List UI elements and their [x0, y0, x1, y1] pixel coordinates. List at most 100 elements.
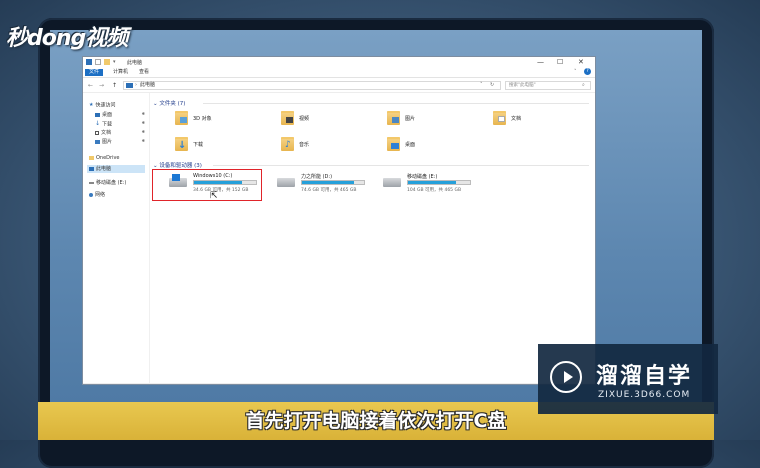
- forward-button[interactable]: →: [99, 82, 104, 89]
- drive-icon: [383, 178, 401, 187]
- path-separator: ›: [135, 82, 137, 88]
- navigation-pane: ★ 快速访问 桌面 ✱ ↓ 下载 ✱ 文档 ✱ 图片 ✱ OneDrive 此电脑 …: [83, 93, 150, 383]
- address-path-text: 此电脑: [140, 82, 156, 88]
- logo-url: ZIXUE.3D66.COM: [598, 390, 691, 400]
- play-icon: [564, 371, 573, 383]
- explorer-app-icon: [86, 59, 92, 65]
- folder-pictures[interactable]: 图片: [387, 111, 467, 129]
- new-folder-icon[interactable]: [104, 59, 110, 65]
- sidebar-item-label: 下载: [102, 121, 113, 128]
- zixue-logo: 溜溜自学 ZIXUE.3D66.COM: [538, 344, 718, 414]
- pin-icon: ✱: [141, 138, 145, 143]
- sidebar-item-desktop[interactable]: 桌面: [95, 111, 112, 119]
- folder-label: 音乐: [299, 142, 310, 148]
- sidebar-item-this-pc[interactable]: 此电脑: [87, 165, 145, 173]
- title-bar: ▾ 此电脑 — ☐ ✕: [83, 57, 595, 68]
- folder-label: 下载: [193, 142, 204, 148]
- close-button[interactable]: ✕: [578, 58, 584, 66]
- ribbon-expand-icon[interactable]: ˅: [574, 69, 577, 75]
- folder-downloads[interactable]: ↓ 下载: [175, 137, 255, 155]
- drive-space-info: 104 GB 可用，共 465 GB: [407, 188, 462, 193]
- 3d-objects-icon: [180, 117, 187, 123]
- help-icon[interactable]: ?: [584, 68, 591, 75]
- sidebar-item-label: 快速访问: [95, 102, 116, 109]
- maximize-button[interactable]: ☐: [557, 58, 563, 66]
- sidebar-item-label: 此电脑: [96, 166, 112, 172]
- search-input[interactable]: 搜索"此电脑" ⌕: [505, 81, 591, 90]
- sidebar-item-onedrive[interactable]: OneDrive: [89, 154, 120, 162]
- drive-space-info: 34.6 GB 可用，共 152 GB: [193, 188, 249, 193]
- drive-icon: [89, 181, 94, 184]
- tab-computer[interactable]: 计算机: [109, 69, 132, 76]
- sidebar-item-network[interactable]: 网络: [89, 191, 105, 199]
- mouse-cursor-icon: ⇱: [210, 191, 218, 201]
- video-icon: [286, 117, 293, 123]
- tab-file[interactable]: 文件: [85, 69, 104, 76]
- address-input[interactable]: › 此电脑 ˅ ↻: [123, 81, 501, 90]
- properties-icon[interactable]: [95, 59, 101, 65]
- sidebar-item-documents[interactable]: 文档: [95, 129, 111, 137]
- computer-icon: [126, 83, 133, 88]
- folder-label: 文档: [511, 116, 522, 122]
- folders-group-title: 文件夹 (7): [159, 101, 186, 107]
- tab-view[interactable]: 查看: [135, 69, 153, 76]
- folder-label: 桌面: [405, 142, 416, 148]
- sidebar-item-label: 网络: [95, 192, 106, 198]
- document-icon: [498, 116, 505, 122]
- back-button[interactable]: ←: [88, 82, 93, 89]
- drive-e[interactable]: 移动磁盘 (E:) 104 GB 可用，共 465 GB: [383, 173, 475, 195]
- window-title: 此电脑: [127, 60, 143, 66]
- folder-music[interactable]: ♪ 音乐: [281, 137, 361, 155]
- sidebar-item-pictures[interactable]: 图片: [95, 138, 112, 146]
- folders-group-header[interactable]: ⌄ 文件夹 (7): [153, 99, 185, 107]
- pin-icon: ✱: [141, 120, 145, 125]
- windows-logo-icon: [172, 174, 180, 181]
- folder-label: 3D 对象: [193, 116, 212, 122]
- picture-icon: [95, 139, 100, 144]
- folder-documents[interactable]: 文档: [493, 111, 573, 129]
- document-icon: [95, 130, 99, 135]
- logo-title: 溜溜自学: [596, 364, 693, 389]
- folder-label: 图片: [405, 116, 416, 122]
- drive-name: 移动磁盘 (E:): [407, 174, 438, 180]
- status-bar: [83, 383, 595, 384]
- drive-space-info: 74.6 GB 可用，共 465 GB: [301, 188, 357, 193]
- address-dropdown-icon[interactable]: ˅: [480, 82, 483, 89]
- refresh-icon[interactable]: ↻: [490, 82, 494, 89]
- drive-usage-fill: [194, 181, 242, 184]
- quick-access-dropdown-icon[interactable]: ▾: [113, 59, 116, 65]
- search-icon[interactable]: ⌕: [582, 82, 585, 89]
- drives-group-header[interactable]: ⌄ 设备和驱动器 (3): [153, 161, 202, 169]
- folder-label: 视频: [299, 116, 310, 122]
- drive-usage-bar: [407, 180, 471, 185]
- group-divider: [203, 103, 589, 104]
- folder-desktop[interactable]: 桌面: [387, 137, 467, 155]
- sidebar-item-downloads[interactable]: ↓ 下载: [95, 120, 112, 128]
- address-bar-row: ← → ↑ › 此电脑 ˅ ↻ 搜索"此电脑" ⌕: [83, 78, 595, 93]
- up-button[interactable]: ↑: [112, 82, 117, 89]
- drive-d[interactable]: 力之所能 (D:) 74.6 GB 可用，共 465 GB: [277, 173, 369, 195]
- drive-name: 力之所能 (D:): [301, 174, 333, 180]
- star-icon: ★: [89, 102, 94, 108]
- folder-videos[interactable]: 视频: [281, 111, 361, 129]
- download-icon: ↓: [178, 140, 187, 151]
- drive-usage-bar: [193, 180, 257, 185]
- sidebar-item-label: OneDrive: [96, 155, 120, 161]
- sidebar-item-label: 桌面: [102, 112, 113, 118]
- drive-icon: [277, 178, 295, 187]
- sidebar-item-label: 图片: [102, 139, 113, 145]
- pin-icon: ✱: [141, 129, 145, 134]
- desktop-icon: [391, 143, 399, 149]
- play-circle-icon: [550, 361, 582, 393]
- minimize-button[interactable]: —: [537, 58, 544, 66]
- sidebar-item-quick-access[interactable]: ★ 快速访问: [89, 101, 116, 109]
- sidebar-item-removable-disk[interactable]: 移动磁盘 (E:): [89, 179, 126, 187]
- drive-usage-bar: [301, 180, 365, 185]
- picture-icon: [392, 117, 399, 123]
- cloud-icon: [89, 155, 94, 160]
- desktop-icon: [95, 112, 100, 117]
- drive-usage-fill: [408, 181, 457, 184]
- folder-3d-objects[interactable]: 3D 对象: [175, 111, 255, 129]
- drive-name: Windows10 (C:): [193, 173, 233, 179]
- music-icon: ♪: [285, 140, 291, 150]
